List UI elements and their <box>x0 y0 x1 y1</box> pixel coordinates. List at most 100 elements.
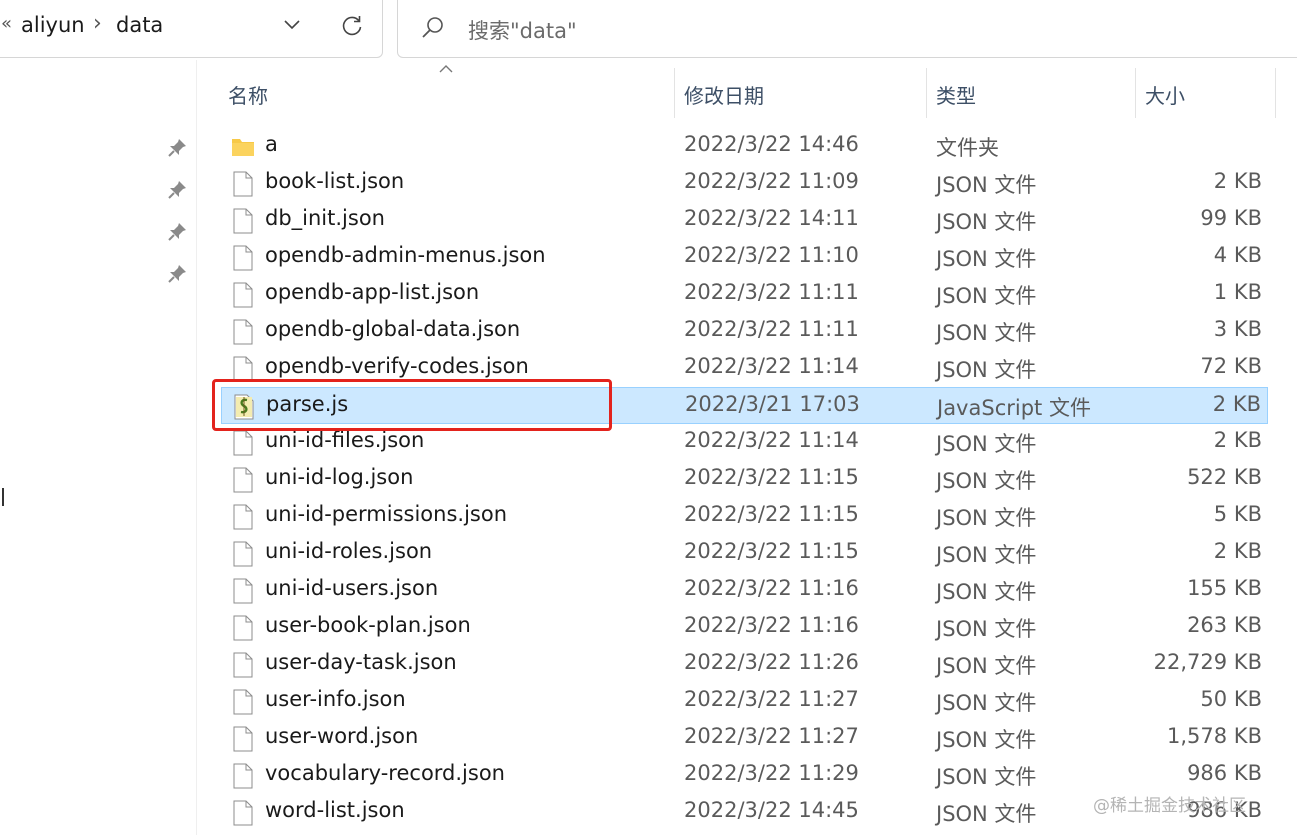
file-size: 1 KB <box>1213 280 1262 304</box>
file-icon <box>231 800 255 826</box>
file-row[interactable]: opendb-app-list.json 2022/3/22 11:11 JSON … <box>221 276 1268 313</box>
file-row[interactable]: user-day-task.json 2022/3/22 11:26 JSON 文件… <box>221 646 1268 683</box>
file-name: user-info.json <box>265 687 406 711</box>
file-date: 2022/3/22 11:16 <box>684 576 859 600</box>
file-row[interactable]: book-list.json 2022/3/22 11:09 JSON 文件 2 KB <box>221 165 1268 202</box>
file-name: user-day-task.json <box>265 650 457 674</box>
pane-splitter[interactable] <box>196 60 197 835</box>
file-row[interactable]: opendb-admin-menus.json 2022/3/22 11:10 JS… <box>221 239 1268 276</box>
file-date: 2022/3/22 11:15 <box>684 539 859 563</box>
file-size: 986 KB <box>1187 761 1262 785</box>
file-type: JSON 文件 <box>936 210 1037 234</box>
file-size: 1,578 KB <box>1167 724 1262 748</box>
file-date: 2022/3/22 11:29 <box>684 761 859 785</box>
file-size: 50 KB <box>1200 687 1262 711</box>
file-type: JSON 文件 <box>936 617 1037 641</box>
overflow-chevron-icon[interactable]: « <box>1 13 12 34</box>
file-date: 2022/3/22 11:14 <box>684 354 859 378</box>
column-header-size[interactable]: 大小 <box>1145 80 1185 109</box>
address-bar[interactable]: « aliyun › data <box>0 0 383 58</box>
file-size: 2 KB <box>1213 539 1262 563</box>
file-date: 2022/3/22 11:14 <box>684 428 859 452</box>
file-date: 2022/3/22 11:27 <box>684 724 859 748</box>
file-icon <box>231 356 255 382</box>
file-icon <box>231 319 255 345</box>
file-type: 文件夹 <box>936 136 999 160</box>
file-row[interactable]: user-word.json 2022/3/22 11:27 JSON 文件 1,57… <box>221 720 1268 757</box>
file-date: 2022/3/22 11:26 <box>684 650 859 674</box>
breadcrumb-data[interactable]: data <box>116 13 163 37</box>
column-divider[interactable] <box>1135 68 1136 118</box>
file-name: uni-id-roles.json <box>265 539 433 563</box>
refresh-icon[interactable] <box>339 13 365 39</box>
file-size: 155 KB <box>1187 576 1262 600</box>
file-icon <box>231 430 255 456</box>
search-box[interactable]: 搜索"data" <box>397 0 1297 58</box>
file-row[interactable]: uni-id-files.json 2022/3/22 11:14 JSON 文件 2… <box>221 424 1268 461</box>
file-row[interactable]: uni-id-permissions.json 2022/3/22 11:15 JS… <box>221 498 1268 535</box>
file-row[interactable]: opendb-global-data.json 2022/3/22 11:11 JS… <box>221 313 1268 350</box>
file-row[interactable]: user-info.json 2022/3/22 11:27 JSON 文件 50 K… <box>221 683 1268 720</box>
file-icon <box>231 245 255 271</box>
file-icon <box>231 504 255 530</box>
file-type: JSON 文件 <box>936 580 1037 604</box>
file-row[interactable]: opendb-verify-codes.json 2022/3/22 11:14 J… <box>221 350 1268 387</box>
file-date: 2022/3/22 14:46 <box>684 132 859 156</box>
file-type: JSON 文件 <box>936 321 1037 345</box>
file-row[interactable]: vocabulary-record.json 2022/3/22 11:29 JSO… <box>221 757 1268 794</box>
file-date: 2022/3/22 11:15 <box>684 502 859 526</box>
file-type: JavaScript 文件 <box>937 396 1091 420</box>
file-date: 2022/3/22 11:16 <box>684 613 859 637</box>
file-type: JSON 文件 <box>936 765 1037 789</box>
file-row[interactable]: db_init.json 2022/3/22 14:11 JSON 文件 99 KB <box>221 202 1268 239</box>
file-name: uni-id-log.json <box>265 465 414 489</box>
pin-icon[interactable] <box>166 263 188 285</box>
file-name: book-list.json <box>265 169 405 193</box>
search-input[interactable]: 搜索"data" <box>468 15 577 45</box>
file-icon <box>231 541 255 567</box>
file-row[interactable]: uni-id-users.json 2022/3/22 11:16 JSON 文件 1… <box>221 572 1268 609</box>
file-type: JSON 文件 <box>936 506 1037 530</box>
file-type: JSON 文件 <box>936 691 1037 715</box>
chevron-down-icon[interactable] <box>282 15 302 35</box>
column-header-name[interactable]: 名称 <box>228 80 268 109</box>
file-type: JSON 文件 <box>936 173 1037 197</box>
file-size: 522 KB <box>1187 465 1262 489</box>
file-icon <box>231 763 255 789</box>
column-header-type[interactable]: 类型 <box>936 80 976 109</box>
file-name: uni-id-permissions.json <box>265 502 508 526</box>
column-divider[interactable] <box>926 68 927 118</box>
breadcrumb-separator-icon[interactable]: › <box>93 11 102 36</box>
file-row[interactable]: parse.js 2022/3/21 17:03 JavaScript 文件 2 KB <box>221 387 1268 424</box>
column-divider[interactable] <box>674 68 675 118</box>
file-name: a <box>265 132 278 156</box>
file-row[interactable]: a 2022/3/22 14:46 文件夹 <box>221 128 1268 165</box>
file-row[interactable]: uni-id-log.json 2022/3/22 11:15 JSON 文件 522… <box>221 461 1268 498</box>
file-date: 2022/3/22 11:11 <box>684 280 859 304</box>
pin-icon[interactable] <box>166 221 188 243</box>
file-name: user-word.json <box>265 724 419 748</box>
file-date: 2022/3/22 11:10 <box>684 243 859 267</box>
file-icon <box>231 578 255 604</box>
top-bar: « aliyun › data 搜索"data" <box>0 0 1297 60</box>
watermark: @稀土掘金技术社区 <box>1093 796 1246 816</box>
sort-ascending-icon <box>439 65 453 73</box>
column-header-date[interactable]: 修改日期 <box>684 80 764 109</box>
file-icon <box>231 615 255 641</box>
breadcrumb-aliyun[interactable]: aliyun <box>21 13 85 37</box>
file-date: 2022/3/22 11:11 <box>684 317 859 341</box>
pin-icon[interactable] <box>166 179 188 201</box>
file-name: db_init.json <box>265 206 385 230</box>
file-type: JSON 文件 <box>936 469 1037 493</box>
file-icon <box>231 726 255 752</box>
file-row[interactable]: user-book-plan.json 2022/3/22 11:16 JSON 文… <box>221 609 1268 646</box>
file-name: uni-id-users.json <box>265 576 439 600</box>
file-icon <box>231 652 255 678</box>
column-divider[interactable] <box>1275 68 1276 118</box>
file-type: JSON 文件 <box>936 654 1037 678</box>
file-row[interactable]: uni-id-roles.json 2022/3/22 11:15 JSON 文件 2… <box>221 535 1268 572</box>
file-name: opendb-app-list.json <box>265 280 480 304</box>
pin-icon[interactable] <box>166 137 188 159</box>
search-icon <box>422 17 443 38</box>
script-file-icon <box>232 394 256 420</box>
